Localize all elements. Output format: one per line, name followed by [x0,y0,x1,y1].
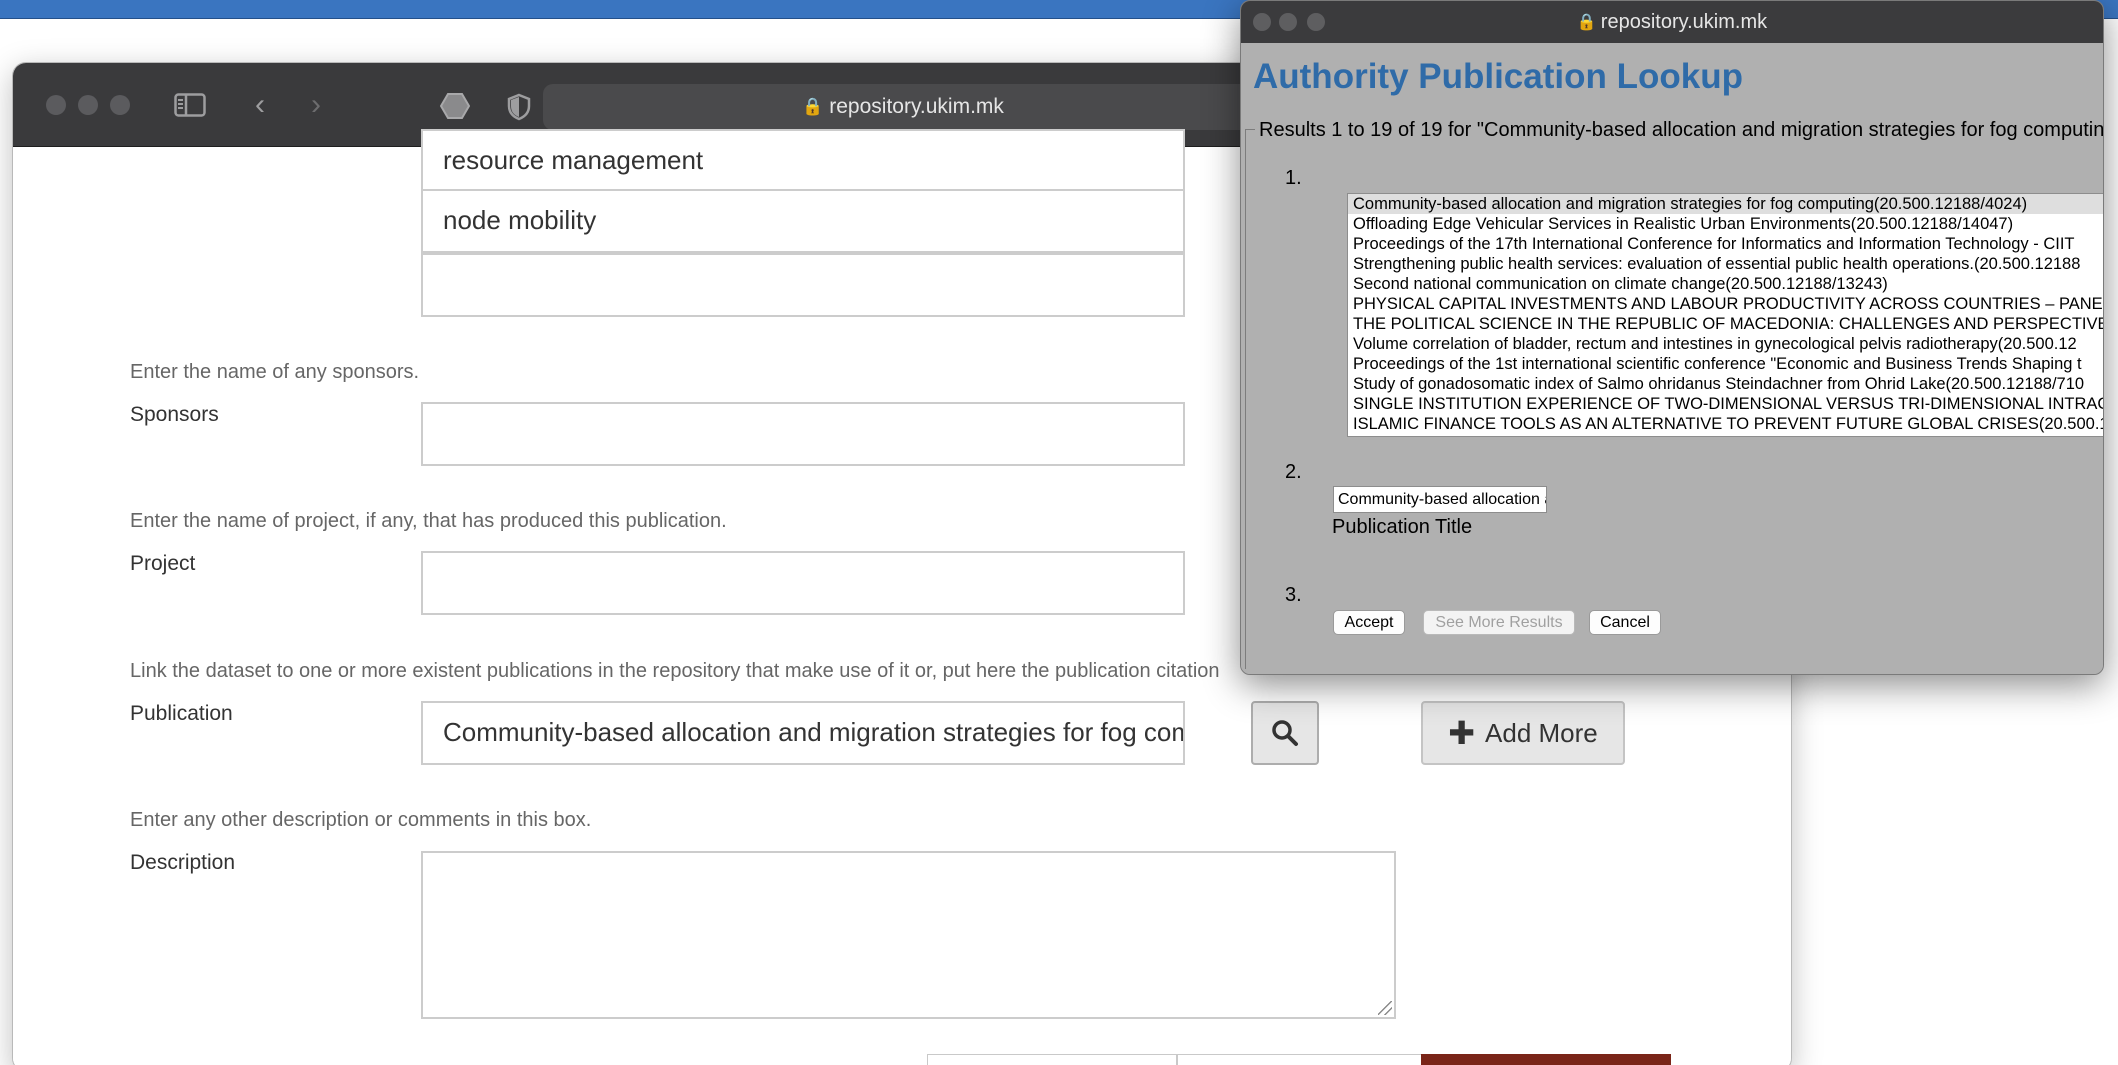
accept-button[interactable]: Accept [1333,610,1405,635]
result-item[interactable]: Strengthening public health services: ev… [1348,254,2103,274]
fieldset-border-left [1245,129,1246,669]
sponsors-input[interactable] [421,402,1185,466]
result-item[interactable]: THE POLITICAL SCIENCE IN THE REPUBLIC OF… [1348,314,2103,334]
step-3-label: 3. [1285,584,1302,606]
publication-title-caption: Publication Title [1332,516,1473,538]
result-item[interactable]: Proceedings of the 17th International Co… [1348,234,2103,254]
address-bar-url: repository.ukim.mk [829,95,1004,118]
project-help-text: Enter the name of project, if any, that … [130,510,727,532]
search-icon [1272,720,1298,746]
description-textarea[interactable] [421,851,1396,1019]
zoom-window-button[interactable] [110,95,130,115]
results-listbox[interactable]: Community-based allocation and migration… [1347,193,2103,437]
result-item[interactable]: Study of gonadosomatic index of Salmo oh… [1348,374,2103,394]
subject-input-2[interactable]: node mobility [421,189,1185,253]
minimize-window-button[interactable] [78,95,98,115]
result-item[interactable]: Offloading Edge Vehicular Services in Re… [1348,214,2103,234]
resize-handle-icon[interactable] [1378,1001,1392,1015]
subject-input-3[interactable] [421,253,1185,317]
sidebar-toggle-icon[interactable] [171,85,209,125]
previous-button[interactable] [927,1054,1177,1065]
add-more-label: Add More [1485,718,1598,748]
step-2-label: 2. [1285,461,1302,483]
project-input[interactable] [421,551,1185,615]
popup-minimize-button[interactable] [1279,13,1297,31]
cancel-button[interactable]: Cancel [1589,610,1661,635]
add-more-button[interactable]: ✚ Add More [1421,701,1625,765]
plus-icon: ✚ [1448,715,1476,751]
publication-help-text: Link the dataset to one or more existent… [130,660,1220,682]
result-item[interactable]: PHYSICAL CAPITAL INVESTMENTS AND LABOUR … [1348,294,2103,314]
sponsors-label: Sponsors [130,403,219,426]
result-item[interactable]: ISLAMIC FINANCE TOOLS AS AN ALTERNATIVE … [1348,414,2103,434]
address-bar[interactable]: 🔒 repository.ukim.mk [543,84,1263,130]
result-item[interactable]: Second national communication on climate… [1348,274,2103,294]
publication-input[interactable]: Community-based allocation and migration… [421,701,1185,765]
popup-zoom-button[interactable] [1307,13,1325,31]
result-item[interactable]: Proceedings of the 1st international sci… [1348,354,2103,374]
popup-close-button[interactable] [1253,13,1271,31]
back-arrow-icon[interactable]: ‹ [243,85,277,125]
lock-icon: 🔒 [1576,14,1597,31]
step-1-label: 1. [1285,167,1302,189]
lock-icon: 🔒 [802,97,824,116]
extension-shield-icon[interactable] [435,85,475,125]
publication-label: Publication [130,702,233,725]
project-label: Project [130,552,196,575]
subject-input-1[interactable]: resource management [421,129,1185,193]
popup-titlebar: 🔒 repository.ukim.mk [1241,1,2103,43]
description-help-text: Enter any other description or comments … [130,809,592,831]
privacy-report-icon[interactable] [501,85,537,125]
result-item-selected[interactable]: Community-based allocation and migration… [1348,194,2103,214]
publication-title-input[interactable]: Community-based allocation and migration… [1333,486,1547,513]
save-button[interactable] [1177,1054,1427,1065]
forward-arrow-icon[interactable]: › [299,85,333,125]
popup-body: Authority Publication Lookup Results 1 t… [1241,43,2103,674]
description-label: Description [130,851,236,874]
results-summary: Results 1 to 19 of 19 for "Community-bas… [1255,119,2103,142]
popup-heading: Authority Publication Lookup [1253,57,1743,96]
see-more-results-button[interactable]: See More Results [1423,610,1575,635]
next-button[interactable] [1421,1054,1671,1065]
popup-url: repository.ukim.mk [1600,11,1768,33]
lookup-popup-window: 🔒 repository.ukim.mk Authority Publicatio… [1240,0,2104,675]
publication-lookup-button[interactable] [1251,701,1319,765]
result-item[interactable]: SINGLE INSTITUTION EXPERIENCE OF TWO-DIM… [1348,394,2103,414]
sponsors-help-text: Enter the name of any sponsors. [130,361,420,383]
close-window-button[interactable] [46,95,66,115]
result-item[interactable]: Volume correlation of bladder, rectum an… [1348,334,2103,354]
